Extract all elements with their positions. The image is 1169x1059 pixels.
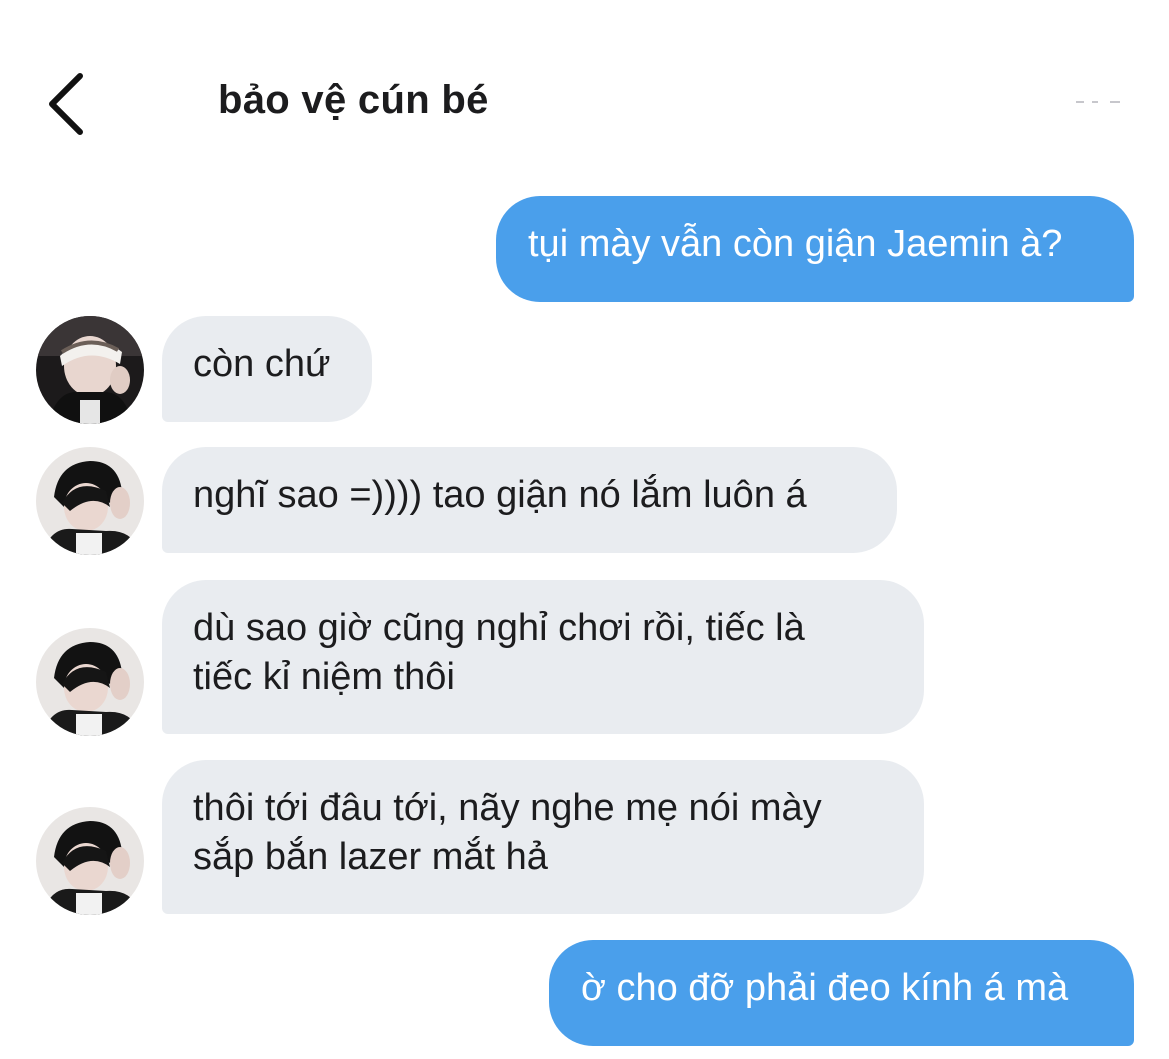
message-text-line-2: sắp bắn lazer mắt hả (193, 836, 548, 878)
chevron-left-icon (49, 73, 83, 135)
message-text-line-1: dù sao giờ cũng nghỉ chơi rồi, tiếc là (193, 607, 805, 649)
message-text-line-2: tiếc kỉ niệm thôi (193, 656, 455, 698)
message-bubble-incoming[interactable]: dù sao giờ cũng nghỉ chơi rồi, tiếc là t… (162, 580, 924, 734)
chat-header: bảo vệ cún bé (0, 0, 1169, 180)
avatar-photo-2[interactable] (36, 447, 144, 555)
message-bubble-outgoing[interactable]: ờ cho đỡ phải đeo kính á mà (549, 940, 1134, 1046)
message-text: ờ cho đỡ phải đeo kính á mà (581, 967, 1069, 1009)
avatar-photo-2[interactable] (36, 807, 144, 915)
message-bubble-incoming[interactable]: còn chứ (162, 316, 372, 422)
message-text: nghĩ sao =)))) tao giận nó lắm luôn á (193, 474, 807, 516)
avatar-photo-1[interactable] (36, 316, 144, 424)
chat-title[interactable]: bảo vệ cún bé (218, 78, 489, 123)
message-bubble-incoming[interactable]: thôi tới đâu tới, nãy nghe mẹ nói mày sắ… (162, 760, 924, 914)
message-text: tụi mày vẫn còn giận Jaemin à? (528, 223, 1063, 265)
header-status-marks (1076, 101, 1120, 105)
avatar-photo-2[interactable] (36, 628, 144, 736)
message-text: còn chứ (193, 343, 331, 385)
message-bubble-incoming[interactable]: nghĩ sao =)))) tao giận nó lắm luôn á (162, 447, 897, 553)
message-bubble-outgoing[interactable]: tụi mày vẫn còn giận Jaemin à? (496, 196, 1134, 302)
message-text-line-1: thôi tới đâu tới, nãy nghe mẹ nói mày (193, 787, 822, 829)
back-button[interactable] (40, 68, 100, 140)
